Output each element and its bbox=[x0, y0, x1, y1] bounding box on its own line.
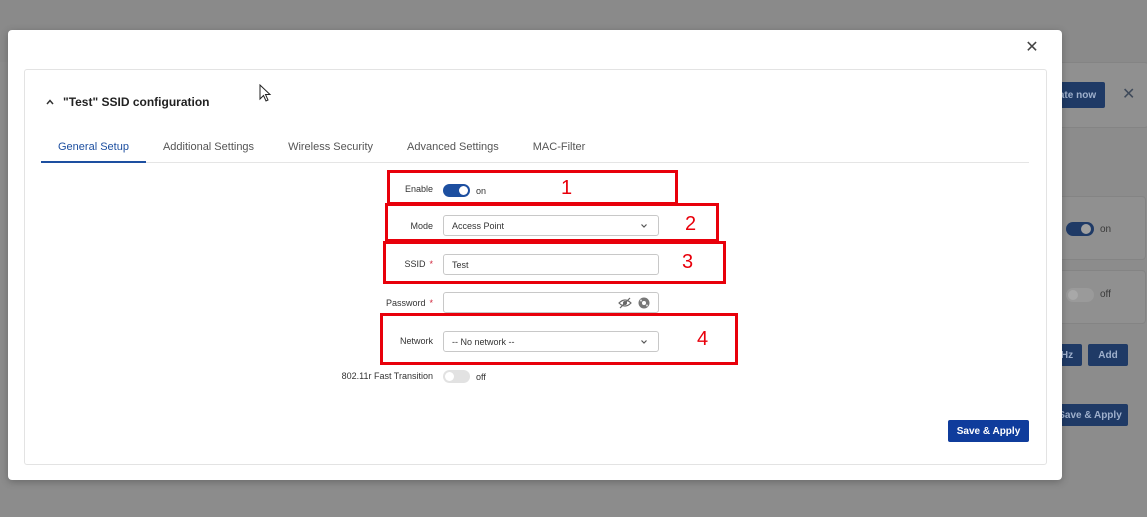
chevron-up-icon bbox=[46, 99, 54, 105]
tab-general-setup[interactable]: General Setup bbox=[41, 134, 146, 163]
mouse-cursor-icon bbox=[259, 84, 272, 102]
fast-transition-row: 802.11r Fast Transition bbox=[305, 371, 433, 381]
annotation-number-1: 1 bbox=[561, 177, 573, 199]
fast-transition-label: 802.11r Fast Transition bbox=[341, 371, 433, 381]
password-row: Password * bbox=[325, 298, 433, 308]
tab-bar: General Setup Additional Settings Wirele… bbox=[41, 134, 1029, 163]
annotation-number-2: 2 bbox=[685, 213, 697, 235]
background-close-icon: ✕ bbox=[1122, 86, 1136, 103]
fast-transition-state-label: off bbox=[476, 371, 486, 382]
password-icons bbox=[618, 297, 650, 309]
panel-header[interactable]: "Test" SSID configuration bbox=[45, 95, 210, 109]
tab-mac-filter[interactable]: MAC-Filter bbox=[516, 134, 603, 162]
fast-transition-toggle-row: off bbox=[443, 370, 486, 383]
password-label-wrap: Password * bbox=[325, 298, 433, 308]
panel-title: "Test" SSID configuration bbox=[63, 95, 210, 109]
eye-off-icon[interactable] bbox=[618, 297, 632, 309]
background-toggle-on-label: on bbox=[1100, 224, 1112, 235]
close-icon[interactable]: ✕ bbox=[1024, 40, 1040, 56]
password-required-marker: * bbox=[429, 298, 433, 308]
annotation-box-2 bbox=[385, 203, 719, 242]
save-apply-button[interactable]: Save & Apply bbox=[948, 420, 1029, 442]
tab-wireless-security[interactable]: Wireless Security bbox=[271, 134, 390, 162]
annotation-box-3 bbox=[383, 241, 726, 284]
password-label: Password bbox=[385, 298, 426, 308]
annotation-number-3: 3 bbox=[682, 251, 694, 273]
annotation-box-4 bbox=[380, 313, 738, 365]
tab-additional-settings[interactable]: Additional Settings bbox=[146, 134, 271, 162]
tab-advanced-settings[interactable]: Advanced Settings bbox=[390, 134, 516, 162]
generate-password-icon[interactable] bbox=[638, 297, 650, 309]
password-input[interactable] bbox=[443, 292, 659, 313]
fast-transition-toggle[interactable] bbox=[443, 370, 470, 383]
background-toggle-off bbox=[1066, 288, 1094, 302]
annotation-number-4: 4 bbox=[697, 328, 709, 350]
background-add-button: Add bbox=[1088, 344, 1128, 366]
background-toggle-off-label: off bbox=[1100, 289, 1111, 300]
background-toggle-on bbox=[1066, 222, 1094, 236]
annotation-box-1 bbox=[387, 170, 678, 205]
background-save-apply-button: Save & Apply bbox=[1052, 404, 1128, 426]
